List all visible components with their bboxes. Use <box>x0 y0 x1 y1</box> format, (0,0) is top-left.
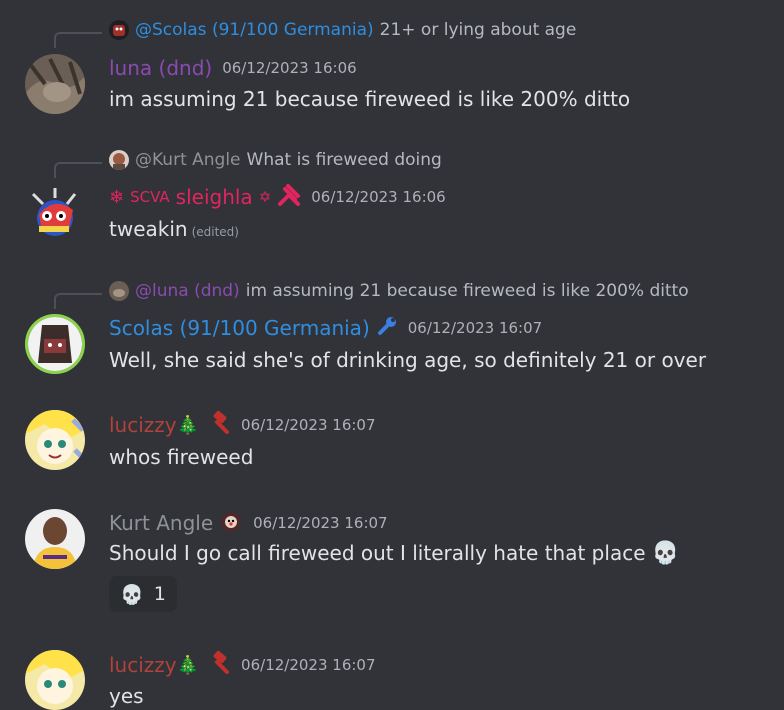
avatar[interactable] <box>25 54 85 114</box>
timestamp[interactable]: 06/12/2023 16:06 <box>222 59 356 77</box>
message-body: Should I go call fireweed out I literall… <box>109 541 646 565</box>
reply-reference[interactable]: @Kurt Angle What is fireweed doing <box>109 149 442 171</box>
timestamp[interactable]: 06/12/2023 16:07 <box>241 656 375 674</box>
avatar[interactable] <box>25 410 85 470</box>
hammer-icon[interactable] <box>277 183 301 211</box>
message-body: tweakin <box>109 217 188 241</box>
reply-author[interactable]: @luna (dnd) <box>135 281 240 301</box>
author-name[interactable]: sleighla <box>176 185 253 209</box>
author-name[interactable]: luna (dnd) <box>109 56 212 80</box>
author-name[interactable]: Scolas (91/100 Germania) <box>109 316 370 340</box>
author-name[interactable]: lucizzy <box>109 653 177 677</box>
skull-emoji-icon: 💀 <box>651 541 680 566</box>
reaction-skull[interactable]: 💀 1 <box>109 576 177 612</box>
christmas-tree-icon: 🎄 <box>176 654 200 676</box>
timestamp[interactable]: 06/12/2023 16:07 <box>408 319 542 337</box>
reply-text[interactable]: 21+ or lying about age <box>380 20 577 40</box>
reply-spine <box>54 32 102 48</box>
reply-text[interactable]: What is fireweed doing <box>247 150 442 170</box>
reply-avatar <box>109 150 129 170</box>
reply-text[interactable]: im assuming 21 because fireweed is like … <box>246 281 689 301</box>
avatar[interactable] <box>25 314 85 374</box>
timestamp[interactable]: 06/12/2023 16:07 <box>241 416 375 434</box>
message-text: whos fireweed <box>109 445 254 469</box>
avatar[interactable] <box>25 650 85 710</box>
message-text: Should I go call fireweed out I literall… <box>109 541 679 566</box>
pentagram-icon: ✡ <box>258 188 272 206</box>
reply-author[interactable]: @Scolas (91/100 Germania) <box>135 20 374 40</box>
reply-spine <box>54 293 102 309</box>
reply-reference[interactable]: @luna (dnd) im assuming 21 because firew… <box>109 280 689 302</box>
timestamp[interactable]: 06/12/2023 16:06 <box>311 188 445 206</box>
reply-reference[interactable]: @Scolas (91/100 Germania) 21+ or lying a… <box>109 19 576 41</box>
reply-avatar <box>109 20 129 40</box>
gavel-icon[interactable] <box>205 650 231 680</box>
skull-icon: 💀 <box>120 583 144 606</box>
message-text: tweakin (edited) <box>109 217 239 241</box>
reply-author[interactable]: @Kurt Angle <box>135 150 241 170</box>
message-text: im assuming 21 because fireweed is like … <box>109 87 631 111</box>
author-tag: SCVA <box>130 188 170 206</box>
reply-spine <box>54 162 102 178</box>
author-name[interactable]: lucizzy <box>109 413 177 437</box>
reply-avatar <box>109 281 129 301</box>
reaction-count: 1 <box>153 583 166 605</box>
gavel-icon[interactable] <box>205 410 231 440</box>
author-name[interactable]: Kurt Angle <box>109 511 213 535</box>
message-text: yes <box>109 684 144 708</box>
wrench-icon[interactable] <box>376 315 398 341</box>
edited-label: (edited) <box>191 225 239 239</box>
timestamp[interactable]: 06/12/2023 16:07 <box>253 514 387 532</box>
message-text: Well, she said she's of drinking age, so… <box>109 348 707 372</box>
snowflake-icon: ❄ <box>109 186 125 208</box>
christmas-tree-icon: 🎄 <box>176 414 200 436</box>
avatar[interactable] <box>25 509 85 569</box>
clown-badge-icon <box>219 509 243 537</box>
avatar[interactable] <box>25 184 85 244</box>
